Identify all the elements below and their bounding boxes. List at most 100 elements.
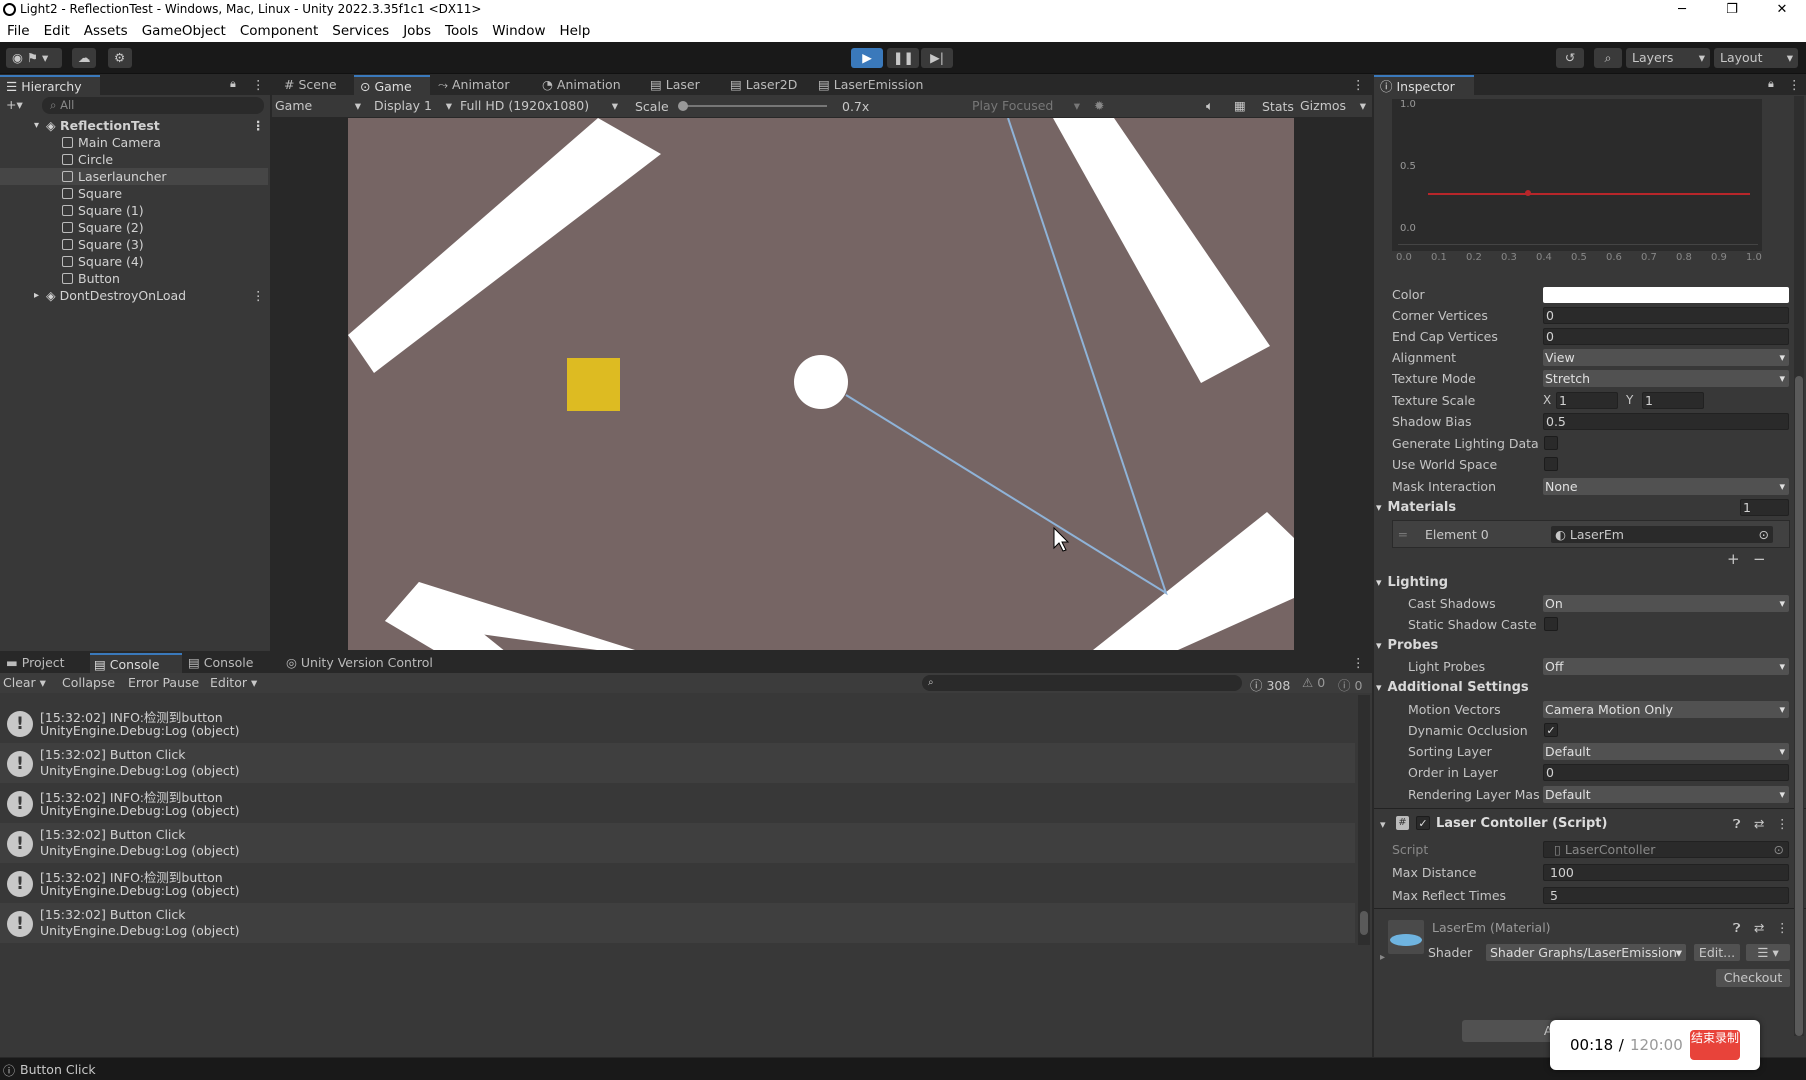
menu-jobs[interactable]: Jobs bbox=[403, 23, 431, 39]
cloud-icon[interactable]: ☁ bbox=[72, 48, 96, 68]
log-entry[interactable]: ! [15:32:02] INFO:检测到button UnityEngine.De… bbox=[0, 863, 1355, 903]
account-button[interactable]: ◉ ⚑ ▾ bbox=[6, 48, 62, 68]
log-entry[interactable]: ! [15:32:02] Button Click UnityEngine.Debu… bbox=[0, 743, 1355, 783]
color-field[interactable] bbox=[1543, 287, 1789, 303]
add-icon[interactable]: +▾ bbox=[6, 97, 23, 112]
step-button[interactable]: ▶| bbox=[921, 48, 953, 68]
menu-services[interactable]: Services bbox=[332, 23, 389, 39]
material-foldout-icon[interactable]: ▸ bbox=[1380, 952, 1385, 963]
inspector-scrollbar[interactable] bbox=[1794, 96, 1804, 1036]
search-icon[interactable]: ⌕ bbox=[1594, 48, 1622, 68]
bug-icon[interactable]: ✹ bbox=[1094, 98, 1104, 113]
stop-recording-button[interactable]: 结束录制 bbox=[1690, 1030, 1740, 1060]
checkout-button[interactable]: Checkout bbox=[1716, 969, 1790, 987]
resolution-dropdown[interactable]: Full HD (1920x1080) ▾ bbox=[460, 97, 620, 115]
more-icon[interactable]: ⋮ bbox=[252, 77, 265, 92]
editor-dropdown[interactable]: Editor ▾ bbox=[210, 675, 257, 690]
mute-audio-icon[interactable]: 🔈︎ bbox=[1206, 98, 1214, 114]
warning-count[interactable]: ⚠ 0 bbox=[1302, 675, 1325, 690]
rendering-layer-dropdown[interactable]: Default bbox=[1543, 786, 1789, 803]
scale-slider-handle[interactable] bbox=[678, 101, 688, 111]
status-message[interactable]: Button Click bbox=[20, 1062, 96, 1077]
hierarchy-item[interactable]: Square (2) bbox=[0, 219, 268, 236]
game-mode-dropdown[interactable]: Game ▾ bbox=[275, 97, 363, 115]
tab-console-2[interactable]: ▤ Console bbox=[186, 653, 276, 673]
hierarchy-item[interactable]: Square bbox=[0, 185, 268, 202]
console-scrollbar[interactable] bbox=[1358, 695, 1370, 945]
generate-lighting-checkbox[interactable] bbox=[1544, 436, 1558, 450]
inspector-scrollbar-thumb[interactable] bbox=[1795, 376, 1803, 1036]
hierarchy-item-selected[interactable]: Laserlauncher bbox=[0, 168, 268, 185]
collab-icon[interactable]: ⚙ bbox=[108, 48, 132, 68]
hierarchy-item[interactable]: Square (3) bbox=[0, 236, 268, 253]
play-button[interactable]: ▶ bbox=[851, 48, 883, 68]
remove-element-icon[interactable]: − bbox=[1753, 550, 1766, 568]
shader-edit-button[interactable]: Edit... bbox=[1694, 944, 1740, 961]
inspector-more-icon[interactable]: ⋮ bbox=[1788, 77, 1801, 92]
menu-component[interactable]: Component bbox=[240, 23, 318, 39]
stats-button[interactable]: Stats bbox=[1262, 99, 1294, 114]
scale-slider[interactable] bbox=[678, 101, 827, 111]
object-picker-icon[interactable]: ⊙ bbox=[1759, 526, 1769, 543]
dontdestroy-more-icon[interactable]: ⋮ bbox=[252, 287, 265, 304]
drag-handle-icon[interactable]: ═ bbox=[1399, 527, 1407, 542]
log-entry[interactable]: ! [15:32:02] Button Click UnityEngine.Debu… bbox=[0, 823, 1355, 863]
close-icon[interactable]: ✕ bbox=[1758, 0, 1806, 20]
hierarchy-item[interactable]: Circle bbox=[0, 151, 268, 168]
pause-button[interactable]: ❚❚ bbox=[887, 48, 919, 68]
tab-console[interactable]: ▤ Console bbox=[90, 653, 182, 673]
texture-mode-dropdown[interactable]: Stretch bbox=[1543, 370, 1789, 387]
lighting-header[interactable]: Lighting bbox=[1376, 575, 1449, 590]
layers-dropdown[interactable]: Layers ▾ bbox=[1626, 48, 1710, 68]
console-scrollbar-thumb[interactable] bbox=[1360, 911, 1368, 935]
scene-root[interactable]: ▾ ◈ ReflectionTest ⋮ bbox=[0, 117, 268, 134]
dontdestroy-root[interactable]: ▸ ◈ DontDestroyOnLoad ⋮ bbox=[0, 287, 268, 304]
alignment-dropdown[interactable]: View bbox=[1543, 349, 1789, 366]
console-more-icon[interactable]: ⋮ bbox=[1352, 655, 1365, 670]
component-foldout-icon[interactable]: ▾ bbox=[1380, 818, 1386, 831]
tab-project[interactable]: ▬ Project bbox=[4, 653, 90, 673]
hierarchy-search-input[interactable]: ⌕ All bbox=[42, 97, 264, 114]
tab-animation[interactable]: ◔ Animation bbox=[536, 75, 636, 95]
menu-window[interactable]: Window bbox=[492, 23, 545, 39]
component-enabled-checkbox[interactable]: ✓ bbox=[1416, 816, 1430, 830]
curve-key[interactable] bbox=[1525, 190, 1531, 196]
minimize-icon[interactable]: ─ bbox=[1658, 0, 1706, 20]
hierarchy-item[interactable]: Square (4) bbox=[0, 253, 268, 270]
element-object-field[interactable]: ◐ LaserEm ⊙ bbox=[1551, 526, 1773, 543]
component-more-icon[interactable]: ⋮ bbox=[1776, 816, 1789, 831]
menu-tools[interactable]: Tools bbox=[445, 23, 478, 39]
tab-hierarchy[interactable]: ☰ Hierarchy bbox=[0, 75, 100, 95]
add-element-icon[interactable]: + bbox=[1727, 550, 1740, 568]
preset-icon[interactable]: ⇄ bbox=[1754, 816, 1764, 831]
hierarchy-item[interactable]: Square (1) bbox=[0, 202, 268, 219]
error-pause-button[interactable]: Error Pause bbox=[128, 675, 199, 690]
play-focused-dropdown[interactable]: Play Focused ▾ bbox=[972, 97, 1082, 115]
cast-shadows-dropdown[interactable]: On bbox=[1543, 595, 1789, 612]
menu-assets[interactable]: Assets bbox=[84, 23, 128, 39]
display-dropdown[interactable]: Display 1 ▾ bbox=[374, 97, 454, 115]
corner-vertices-field[interactable]: 0 bbox=[1543, 307, 1789, 324]
gizmos-dropdown[interactable]: Gizmos ▾ bbox=[1300, 97, 1368, 115]
materials-header[interactable]: Materials bbox=[1376, 500, 1457, 515]
shader-list-dropdown[interactable]: ☰ ▾ bbox=[1746, 944, 1790, 961]
error-count[interactable]: ⓘ 0 bbox=[1338, 675, 1362, 694]
log-entry[interactable]: ! [15:32:02] Button Click UnityEngine.Debu… bbox=[0, 903, 1355, 943]
tab-animator[interactable]: ⤳ Animator bbox=[432, 75, 522, 95]
max-reflect-field[interactable]: 5 bbox=[1543, 887, 1789, 904]
world-space-checkbox[interactable] bbox=[1544, 457, 1558, 471]
center-more-icon[interactable]: ⋮ bbox=[1352, 77, 1365, 92]
hierarchy-item[interactable]: Main Camera bbox=[0, 134, 268, 151]
menu-help[interactable]: Help bbox=[560, 23, 591, 39]
tab-scene[interactable]: # Scene bbox=[278, 75, 352, 95]
tab-inspector[interactable]: ⓘ Inspector bbox=[1374, 75, 1474, 95]
tab-laseremission[interactable]: ▤ LaserEmission bbox=[812, 75, 932, 95]
dynamic-occlusion-checkbox[interactable]: ✓ bbox=[1544, 723, 1558, 737]
tab-game[interactable]: ⊙ Game bbox=[354, 75, 430, 95]
history-icon[interactable]: ↺ bbox=[1556, 48, 1584, 68]
order-in-layer-field[interactable]: 0 bbox=[1543, 764, 1789, 781]
log-entry[interactable]: ! [15:32:02] INFO:检测到button UnityEngine.De… bbox=[0, 783, 1355, 823]
info-count[interactable]: ⓘ 308 bbox=[1250, 675, 1290, 694]
motion-vectors-dropdown[interactable]: Camera Motion Only bbox=[1543, 701, 1789, 718]
width-curve-editor[interactable]: 1.0 0.5 0.0 bbox=[1392, 99, 1762, 251]
